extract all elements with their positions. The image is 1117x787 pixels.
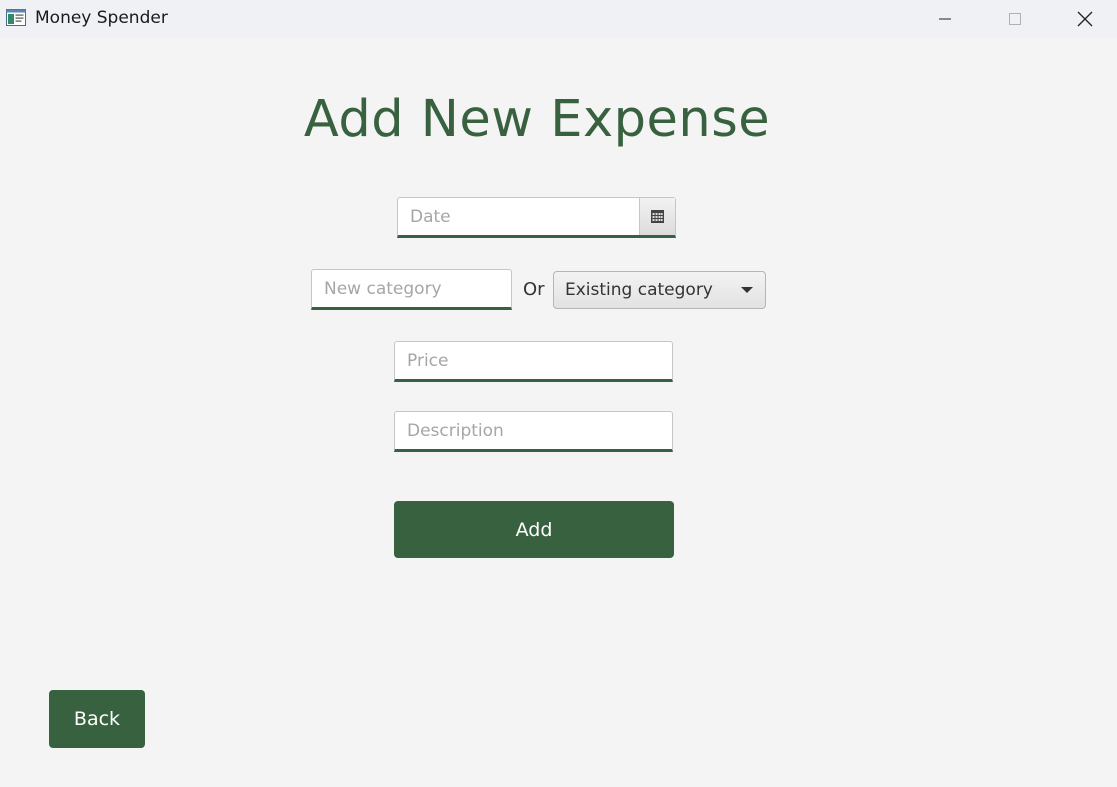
existing-category-value: Existing category: [565, 280, 713, 300]
window-title: Money Spender: [35, 8, 168, 28]
existing-category-select[interactable]: Existing category: [553, 271, 766, 309]
minimize-button[interactable]: [915, 0, 975, 38]
title-bar: Money Spender: [0, 0, 1117, 38]
maximize-button[interactable]: [985, 0, 1045, 38]
page-title: Add New Expense: [303, 90, 771, 149]
close-button[interactable]: [1055, 0, 1115, 38]
calendar-icon: [651, 210, 664, 223]
back-button[interactable]: Back: [49, 690, 145, 748]
app-window-icon: [6, 9, 26, 26]
date-picker-button[interactable]: [639, 198, 675, 235]
date-input[interactable]: [397, 197, 676, 238]
maximize-icon: [1009, 13, 1021, 25]
new-category-input[interactable]: [311, 269, 512, 310]
or-label: Or: [523, 279, 545, 300]
description-input[interactable]: [394, 411, 673, 452]
minimize-icon: [939, 18, 951, 20]
add-button[interactable]: Add: [394, 501, 674, 558]
price-input[interactable]: [394, 341, 673, 382]
date-picker[interactable]: [397, 197, 676, 238]
close-icon: [1077, 11, 1093, 27]
chevron-down-icon: [741, 287, 753, 293]
